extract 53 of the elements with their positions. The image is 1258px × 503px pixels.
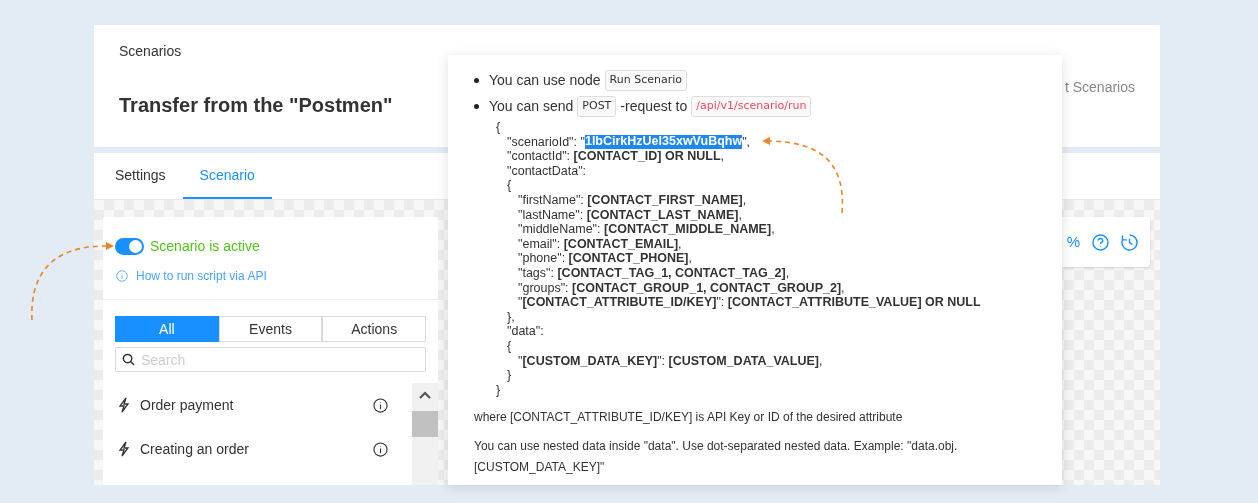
code-line: "phone": [CONTACT_PHONE], <box>518 251 693 266</box>
code-line: "groups": [CONTACT_GROUP_1, CONTACT_GROUP_2], <box>518 280 846 296</box>
code-line: "contactId": [CONTACT_ID] OR NULL, <box>507 149 725 164</box>
code-line: } <box>507 368 513 383</box>
info-icon <box>373 397 388 413</box>
status-label: Scenario is active <box>150 237 260 256</box>
page-title: Transfer from the "Postmen" <box>119 93 393 118</box>
header-link[interactable]: t Scenarios <box>1064 77 1135 147</box>
help-icon[interactable] <box>1092 233 1109 251</box>
lightning-icon <box>117 397 131 413</box>
zoom-percent: % <box>1066 231 1080 252</box>
code-line: }, <box>507 309 516 325</box>
code-line: { <box>496 120 502 135</box>
code-line: "scenarioId": " <box>507 134 585 150</box>
code-line: "email": [CONTACT_EMAIL], <box>518 236 683 252</box>
code-line: "[CONTACT_ATTRIBUTE_ID/KEY]": [CONTACT_ATTRIBUTE_VALUE] OR NULL <box>518 295 982 310</box>
list-item[interactable]: Order payment <box>103 383 412 427</box>
item-label: Order payment <box>140 395 235 415</box>
code-line: "[CUSTOM_DATA_KEY]": [CUSTOM_DATA_VALUE], <box>518 353 824 369</box>
history-icon[interactable] <box>1121 233 1138 251</box>
info-icon <box>373 441 388 457</box>
code-tag: POST <box>577 96 617 117</box>
bullet-icon <box>474 78 479 83</box>
code-line: "lastName": [CONTACT_LAST_NAME], <box>518 207 743 223</box>
bullet-text: You can use node <box>489 71 601 90</box>
code-line: { <box>507 338 513 354</box>
toggle-switch[interactable] <box>115 238 144 255</box>
code-line: } <box>496 382 502 398</box>
code-line: "data": <box>507 324 545 339</box>
list-item[interactable]: Creating an order <box>103 427 412 471</box>
code-line: ", <box>742 134 751 150</box>
code-tag: Run Scenario <box>604 70 687 91</box>
filter-tab[interactable]: Actions <box>322 316 426 342</box>
filter-tab[interactable]: Events <box>218 316 323 342</box>
code-line: { <box>507 178 513 193</box>
endpoint-tag: /api/v1/scenario/run <box>691 96 812 117</box>
bullet-text: -request to <box>620 97 688 116</box>
code-line: "middleName": [CONTACT_MIDDLE_NAME], <box>518 222 776 237</box>
note-text: You can use nested data inside "data". Use dot-separated nested data. Example: "data.obj.[CUSTOM_DATA_KEY]" <box>474 438 959 477</box>
scroll-up-icon[interactable] <box>419 391 431 399</box>
note-text: where [CONTACT_ATTRIBUTE_ID/KEY] is API Key or ID of the desired attribute <box>474 409 904 427</box>
bullet-text: You can send <box>489 97 574 116</box>
info-icon <box>116 270 128 282</box>
search-icon <box>122 353 135 366</box>
lightning-icon <box>117 441 131 457</box>
code-line: "firstName": [CONTACT_FIRST_NAME], <box>518 192 748 208</box>
item-label: Creating an order <box>140 439 250 459</box>
breadcrumb[interactable]: Scenarios <box>119 41 393 62</box>
bullet-icon <box>474 104 479 109</box>
tab[interactable]: Settings <box>98 153 183 199</box>
code-line: "contactData": <box>507 163 588 179</box>
code-line: "tags": [CONTACT_TAG_1, CONTACT_TAG_2], <box>518 265 791 281</box>
scrollbar[interactable] <box>412 383 438 485</box>
